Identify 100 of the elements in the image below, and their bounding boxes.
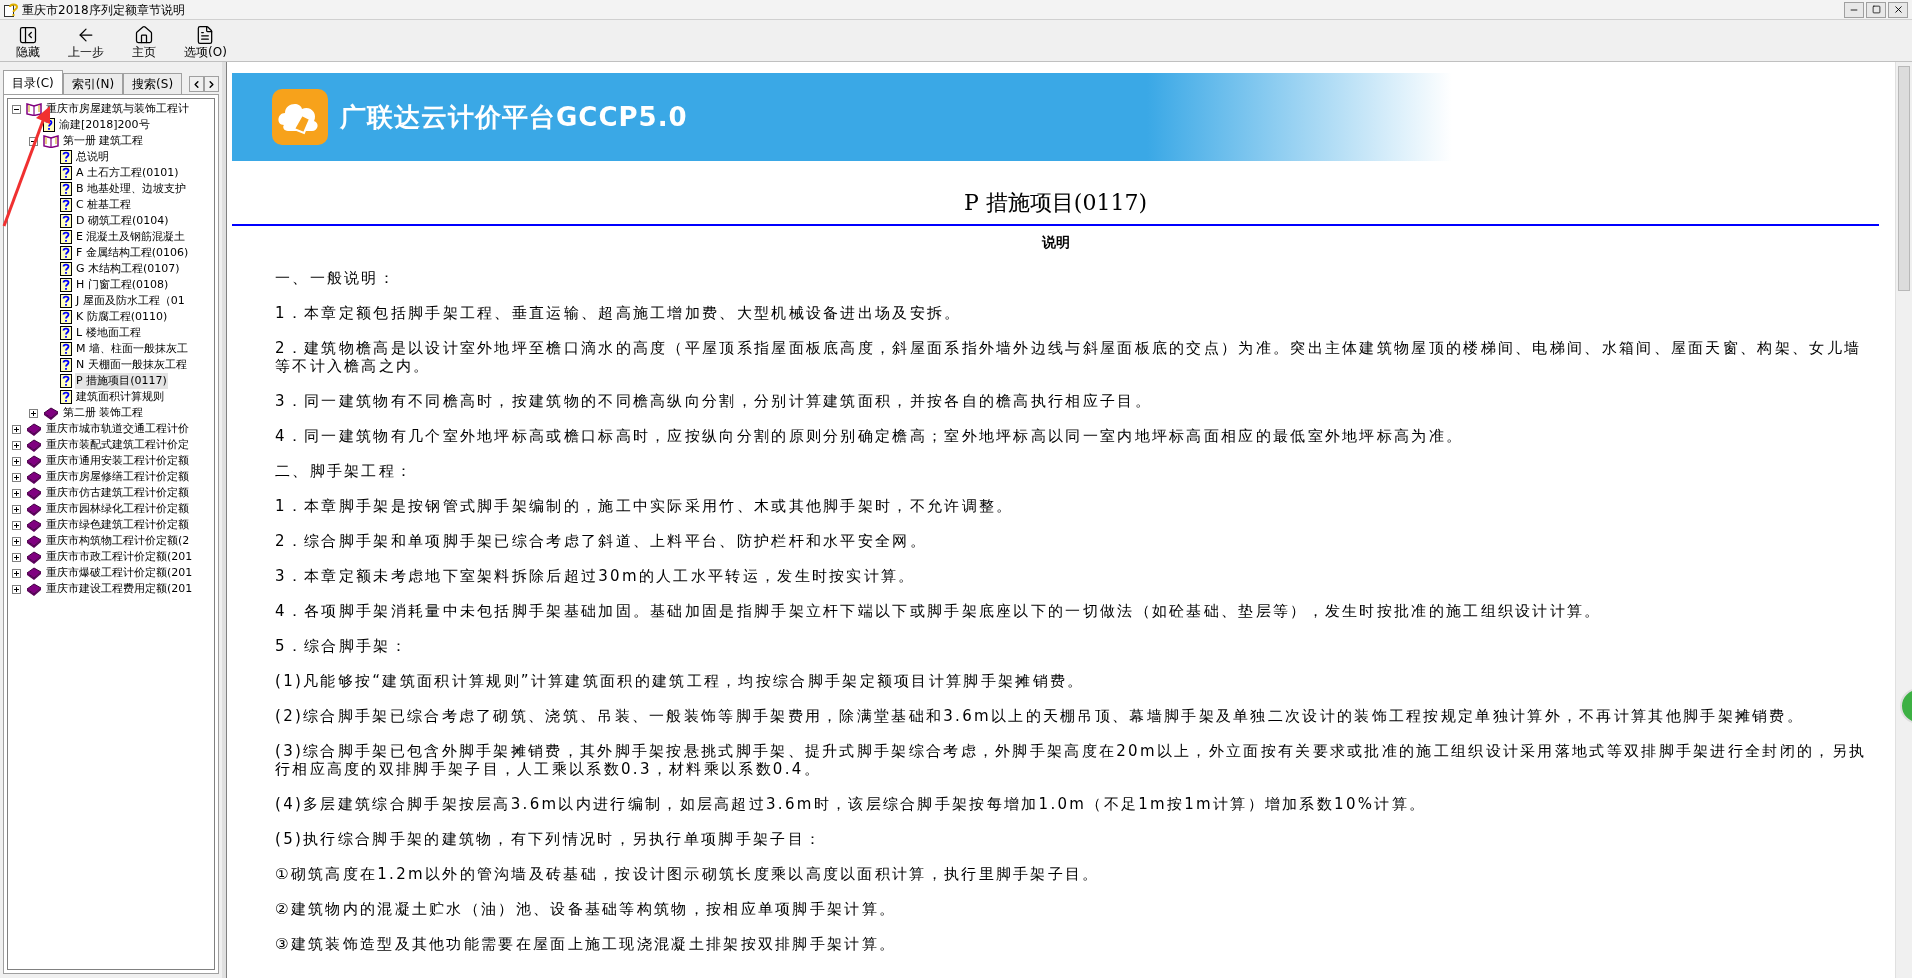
close-button[interactable] — [1888, 1, 1908, 18]
closed-book-icon — [26, 438, 42, 452]
scroll-right-button[interactable] — [204, 76, 219, 92]
open-book-icon — [26, 102, 42, 116]
help-page-icon — [60, 198, 72, 212]
tree-item[interactable]: 总说明 — [75, 149, 110, 165]
tree-item[interactable]: A 土石方工程(0101) — [75, 165, 180, 181]
tree-item[interactable]: P 措施项目(0117) — [75, 373, 168, 389]
tree-item[interactable]: 重庆市市政工程计价定额(201 — [45, 549, 194, 565]
tree-item[interactable]: K 防腐工程(0110) — [75, 309, 169, 325]
paragraph: 4．各项脚手架消耗量中未包括脚手架基础加固。基础加固是指脚手架立杆下端以下或脚手架底座以下的一切做法（如砼基础、垫层等），发生时按批准的施工组织设计计算。 — [275, 602, 1603, 620]
expand-toggle-icon[interactable] — [12, 504, 21, 514]
tree-item[interactable]: 重庆市构筑物工程计价定额(2 — [45, 533, 191, 549]
toolbar-button[interactable]: 隐藏 — [8, 25, 48, 59]
closed-book-icon — [26, 470, 42, 484]
tree-item[interactable]: N 天棚面一般抹灰工程 — [75, 357, 188, 373]
closed-book-icon — [26, 534, 42, 548]
document-title: P 措施项目(0117) — [963, 189, 1148, 217]
paragraph: ②建筑物内的混凝土贮水（油）池、设备基础等构筑物，按相应单项脚手架计算。 — [275, 900, 898, 918]
tree-item[interactable]: C 桩基工程 — [75, 197, 133, 213]
toolbar-button[interactable]: 上一步 — [60, 25, 112, 59]
toolbar-button[interactable]: 选项(O) — [176, 25, 235, 59]
home-icon — [134, 25, 154, 45]
collapse-toggle-icon[interactable] — [29, 136, 38, 146]
tab[interactable]: 目录(C) — [3, 70, 63, 94]
closed-book-icon — [43, 406, 59, 420]
tab[interactable]: 搜索(S) — [123, 73, 183, 94]
tree-item[interactable]: 重庆市通用安装工程计价定额 — [45, 453, 190, 469]
tree-item[interactable]: D 砌筑工程(0104) — [75, 213, 170, 229]
scrollbar[interactable] — [1895, 62, 1912, 978]
tree-item[interactable]: H 门窗工程(0108) — [75, 277, 170, 293]
tree-item[interactable]: 重庆市园林绿化工程计价定额 — [45, 501, 190, 517]
expand-toggle-icon[interactable] — [12, 552, 21, 562]
closed-book-icon — [26, 550, 42, 564]
collapse-toggle-icon[interactable] — [12, 104, 21, 114]
help-page-icon — [60, 294, 72, 308]
tree-item[interactable]: E 混凝土及钢筋混凝土 — [75, 229, 187, 245]
expand-toggle-icon[interactable] — [29, 408, 38, 418]
tree-item[interactable]: 重庆市房屋修缮工程计价定额 — [45, 469, 190, 485]
expand-toggle-icon[interactable] — [12, 424, 21, 434]
tree-item[interactable]: L 楼地面工程 — [75, 325, 142, 341]
tree-item[interactable]: 重庆市建设工程费用定额(201 — [45, 581, 194, 597]
help-page-icon — [60, 374, 72, 388]
expand-toggle-icon[interactable] — [12, 456, 21, 466]
expand-toggle-icon[interactable] — [12, 440, 21, 450]
tree-item[interactable]: 重庆市绿色建筑工程计价定额 — [45, 517, 190, 533]
cloud-logo-icon — [272, 89, 328, 145]
close-icon — [1892, 4, 1904, 15]
paragraph: (5)执行综合脚手架的建筑物，有下列情况时，另执行单项脚手架子目： — [275, 830, 824, 848]
tree-item[interactable]: F 金属结构工程(0106) — [75, 245, 190, 261]
help-page-icon — [60, 278, 72, 292]
closed-book-icon — [26, 454, 42, 468]
tree-item[interactable]: M 墙、柱面一般抹灰工 — [75, 341, 189, 357]
closed-book-icon — [26, 566, 42, 580]
tree-item[interactable]: 重庆市城市轨道交通工程计价 — [45, 421, 190, 437]
expand-toggle-icon[interactable] — [12, 488, 21, 498]
restore-icon — [1871, 5, 1881, 14]
paragraph: 5．综合脚手架： — [275, 637, 409, 655]
expand-toggle-icon[interactable] — [12, 536, 21, 546]
section-heading: 说明 — [1040, 233, 1071, 252]
paragraph: 2．综合脚手架和单项脚手架已综合考虑了斜道、上料平台、防护栏杆和水平安全网。 — [275, 532, 928, 550]
paragraph: (4)多层建筑综合脚手架按层高3.6m以内进行编制，如层高超过3.6m时，该层综合脚手架按每增加1.0m（不足1m按1m计算）增加系数10%计算。 — [275, 795, 1428, 813]
tree-item[interactable]: 第二册 装饰工程 — [62, 405, 145, 421]
closed-book-icon — [26, 502, 42, 516]
help-page-icon — [60, 166, 72, 180]
paragraph: ①砌筑高度在1.2m以外的管沟墙及砖基础，按设计图示砌筑长度乘以高度以面积计算，执行里脚手架子目。 — [275, 865, 1101, 883]
paragraph: 2．建筑物檐高是以设计室外地坪至檐口滴水的高度（平屋顶系指屋面板底高度，斜屋面系指外墙外边线与斜屋面板底的交点）为准。突出主体建筑物屋顶的楼梯间、电梯间、水箱间、屋面天窗、构架、女儿墙等不计入檐高之内。 — [275, 339, 1863, 375]
paragraph: 二、脚手架工程： — [275, 462, 415, 480]
paragraph: 1．本章定额包括脚手架工程、垂直运输、超高施工增加费、大型机械设备进出场及安拆。 — [275, 304, 963, 322]
tree-item[interactable]: B 地基处理、边坡支护 — [75, 181, 188, 197]
tree-item[interactable]: 重庆市装配式建筑工程计价定 — [45, 437, 190, 453]
help-page-icon — [60, 310, 72, 324]
expand-toggle-icon[interactable] — [12, 520, 21, 530]
toolbar-button[interactable]: 主页 — [124, 25, 164, 59]
help-page-icon — [60, 150, 72, 164]
tab[interactable]: 索引(N) — [62, 73, 124, 94]
paragraph: 4．同一建筑物有几个室外地坪标高或檐口标高时，应按纵向分割的原则分别确定檐高；室外地坪标高以同一室内地坪标高面相应的最低室外地坪标高为准。 — [275, 427, 1465, 445]
expand-toggle-icon[interactable] — [12, 584, 21, 594]
tree-item[interactable]: 建筑面积计算规则 — [75, 389, 165, 405]
tree-item[interactable]: 渝建[2018]200号 — [58, 117, 151, 133]
tree-item[interactable]: 重庆市爆破工程计价定额(201 — [45, 565, 194, 581]
tree-item[interactable]: G 木结构工程(0107) — [75, 261, 181, 277]
tree-item[interactable]: J 屋面及防水工程（01 — [75, 293, 186, 309]
paragraph: 3．本章定额未考虑地下室架料拆除后超过30m的人工水平转运，发生时按实计算。 — [275, 567, 917, 585]
paragraph: (2)综合脚手架已综合考虑了砌筑、浇筑、吊装、一般装饰等脚手架费用，除满堂基础和3.6m以上的天棚吊顶、幕墙脚手架及单独二次设计的装饰工程按规定单独计算外，不再计算其他脚手架摊销费。 — [275, 707, 1805, 725]
expand-toggle-icon[interactable] — [12, 568, 21, 578]
banner-title: 广联达云计价平台GCCP5.0 — [340, 100, 688, 134]
minimize-button[interactable] — [1844, 1, 1864, 18]
scrollbar-thumb[interactable] — [1898, 66, 1910, 291]
closed-book-icon — [26, 422, 42, 436]
closed-book-icon — [26, 518, 42, 532]
help-page-icon — [60, 246, 72, 260]
tree-item[interactable]: 第一册 建筑工程 — [62, 133, 145, 149]
paragraph: 1．本章脚手架是按钢管式脚手架编制的，施工中实际采用竹、木或其他脚手架时，不允许调整。 — [275, 497, 1015, 515]
restore-button[interactable] — [1866, 1, 1886, 18]
hide-panel-icon — [18, 25, 38, 45]
expand-toggle-icon[interactable] — [12, 472, 21, 482]
help-page-icon — [60, 358, 72, 372]
scroll-left-button[interactable] — [189, 76, 204, 92]
tree-item[interactable]: 重庆市仿古建筑工程计价定额 — [45, 485, 190, 501]
